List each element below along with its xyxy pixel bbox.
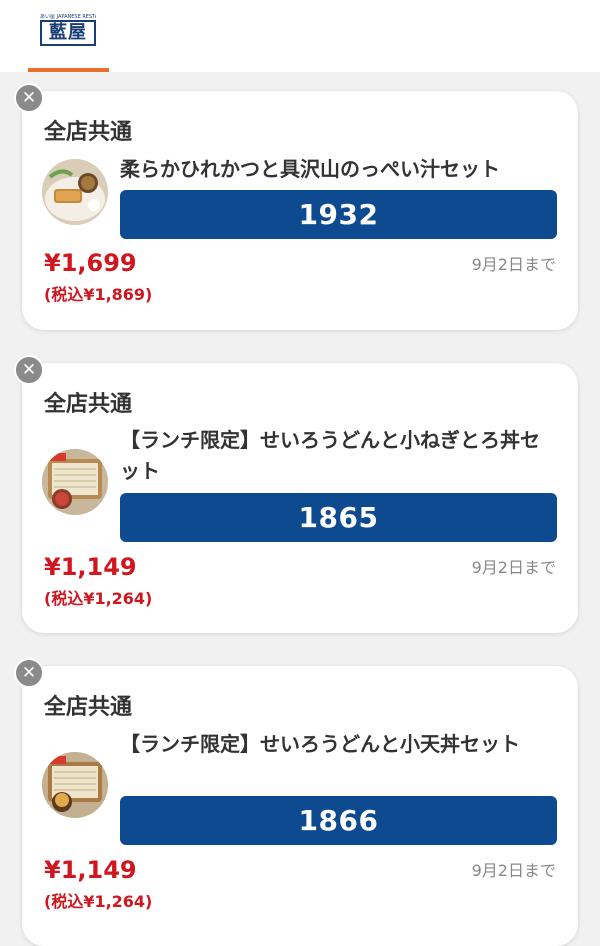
coupon-card[interactable]: 全店共通 【ランチ限定】せいろうどんと小天丼セット 1866 ¥1,149 (税… — [22, 666, 578, 946]
item-name: 【ランチ限定】せいろうどんと小天丼セット — [120, 732, 520, 756]
store-label: 全店共通 — [44, 392, 133, 417]
price-with-tax: (税込¥1,869) — [44, 285, 153, 304]
item-name: 柔らかひれかつと具沢山のっぺい汁セット — [120, 157, 500, 181]
brand-logo[interactable]: あい屋 JAPANESE RESTAURANT 藍屋 — [40, 14, 96, 48]
food-thumbnail — [42, 752, 108, 818]
item-name: 【ランチ限定】せいろうどんと小ねぎとろ丼セット — [120, 428, 540, 483]
close-icon: ✕ — [21, 663, 37, 683]
store-label: 全店共通 — [44, 120, 133, 145]
close-coupon-button[interactable]: ✕ — [14, 658, 44, 688]
coupon-code-button[interactable]: 1866 — [120, 796, 557, 845]
close-icon: ✕ — [21, 360, 37, 380]
coupon-card[interactable]: 全店共通 柔らかひれかつと具沢山のっぺい汁セット 1932 ¥1,699 (税込… — [22, 91, 578, 330]
food-thumbnail — [42, 159, 108, 225]
food-thumbnail — [42, 449, 108, 515]
close-coupon-button[interactable]: ✕ — [14, 83, 44, 113]
expiry-date: 9月2日まで — [471, 255, 556, 274]
store-label: 全店共通 — [44, 695, 133, 720]
price-with-tax: (税込¥1,264) — [44, 892, 153, 911]
price-with-tax: (税込¥1,264) — [44, 589, 153, 608]
price: ¥1,149 — [44, 553, 137, 581]
coupon-code-button[interactable]: 1932 — [120, 190, 557, 239]
app-header: あい屋 JAPANESE RESTAURANT 藍屋 — [0, 0, 600, 72]
price: ¥1,699 — [44, 249, 137, 277]
close-icon: ✕ — [21, 88, 37, 108]
close-coupon-button[interactable]: ✕ — [14, 355, 44, 385]
expiry-date: 9月2日まで — [471, 861, 556, 880]
coupon-card[interactable]: 全店共通 【ランチ限定】せいろうどんと小ねぎとろ丼セット 1865 ¥1,149… — [22, 363, 578, 633]
active-tab-indicator — [28, 68, 109, 72]
logo-text: 藍屋 — [40, 20, 96, 46]
expiry-date: 9月2日まで — [471, 558, 556, 577]
price: ¥1,149 — [44, 856, 137, 884]
coupon-code-button[interactable]: 1865 — [120, 493, 557, 542]
